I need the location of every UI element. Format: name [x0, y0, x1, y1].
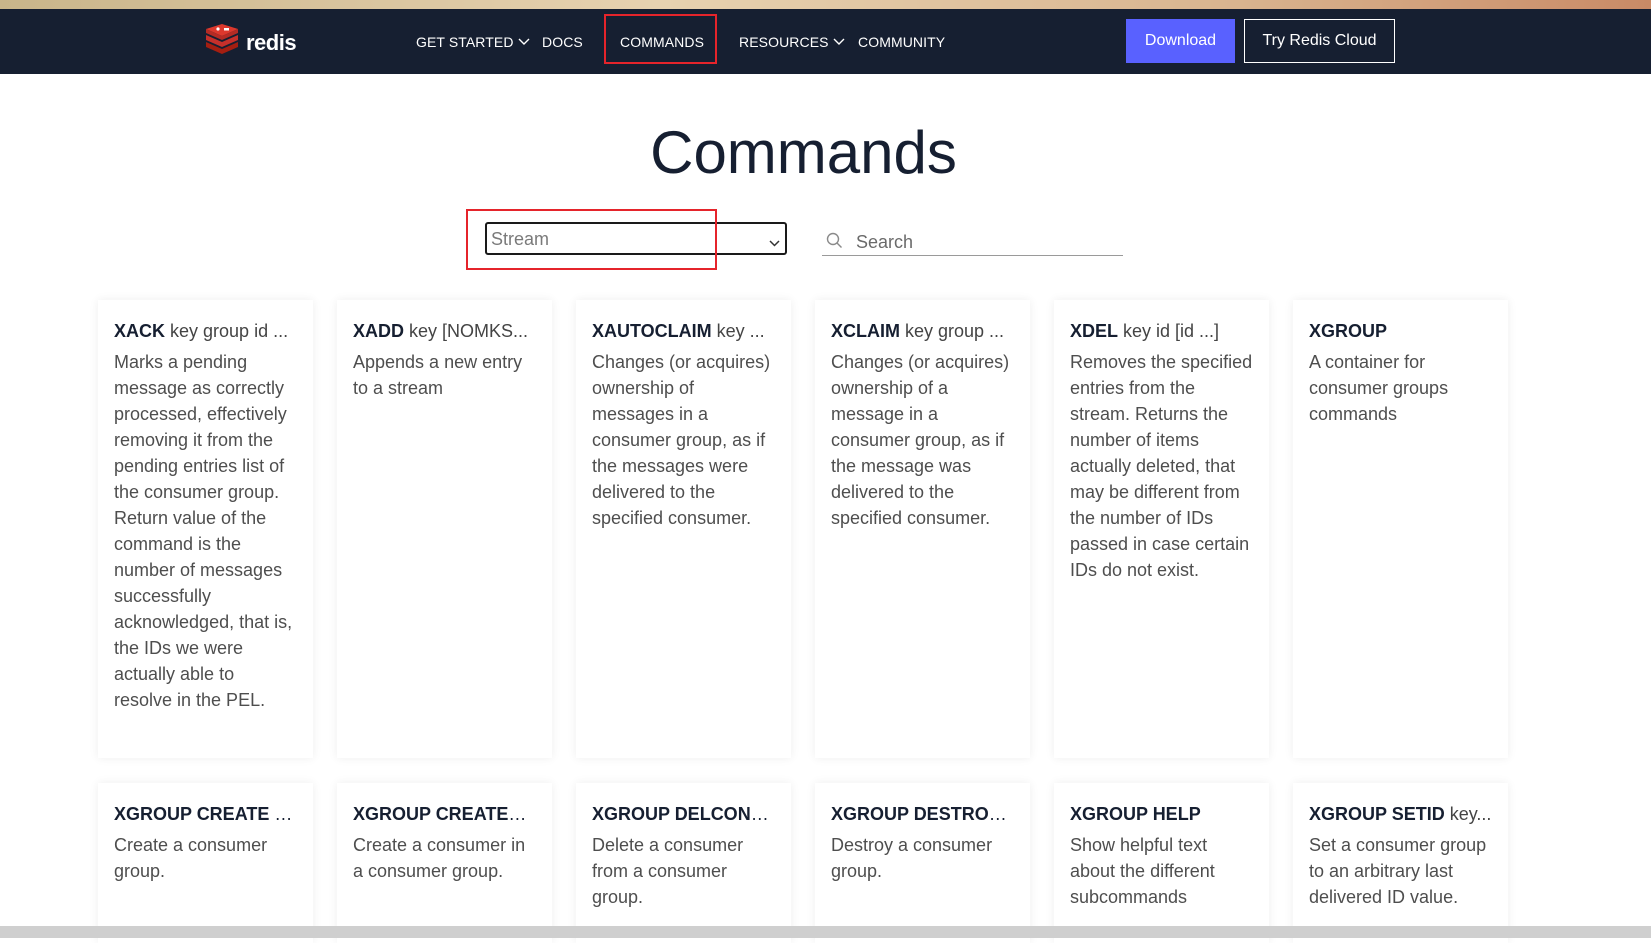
try-redis-cloud-button[interactable]: Try Redis Cloud [1244, 19, 1395, 63]
card-command-args: key id [id ...] [1118, 321, 1220, 341]
search-field [822, 227, 1123, 256]
nav-item-resources[interactable]: RESOURCES [739, 9, 845, 74]
card-description: Create a consumer group. [114, 835, 268, 881]
card-command-args: key group ... [900, 321, 1005, 341]
card-title: XGROUP CREATEC... [353, 803, 536, 825]
card-title: XGROUP DESTROY ... [831, 803, 1014, 825]
card-description: Changes (or acquires) ownership of a mes… [831, 352, 1010, 528]
card-title: XGROUP DELCONS... [592, 803, 775, 825]
card-description: Appends a new entry to a stream [353, 352, 523, 398]
card-title: XCLAIM key group ... [831, 320, 1014, 342]
card-command-name: XGROUP CREATEC... [353, 804, 536, 824]
nav-label: DOCS [542, 33, 583, 50]
card-title: XGROUP HELP [1070, 803, 1253, 825]
card-command-name: XDEL [1070, 321, 1119, 341]
browser-chrome-strip [0, 0, 1651, 9]
command-card-xgroup[interactable]: XGROUP A container for consumer groups c… [1293, 300, 1508, 758]
brand-name: redis [246, 29, 297, 55]
command-card-xgroup-help[interactable]: XGROUP HELP Show helpful text about the … [1054, 783, 1269, 943]
download-button[interactable]: Download [1126, 19, 1235, 63]
card-command-args: key... [1444, 804, 1492, 824]
horizontal-scrollbar[interactable] [0, 926, 1651, 938]
command-card-xdel[interactable]: XDEL key id [id ...] Removes the specifi… [1054, 300, 1269, 758]
card-title: XADD key [NOMKS... [353, 320, 536, 342]
command-card-xack[interactable]: XACK key group id ... Marks a pending me… [98, 300, 313, 758]
chevron-down-icon [518, 38, 530, 46]
card-command-name: XGROUP CREATE [114, 804, 270, 824]
card-title: XDEL key id [id ...] [1070, 320, 1253, 342]
command-card-xgroup-createconsumer[interactable]: XGROUP CREATEC... Create a consumer in a… [337, 783, 552, 943]
card-command-name: XACK [114, 321, 166, 341]
card-description: Changes (or acquires) ownership of messa… [592, 352, 771, 528]
card-description: Show helpful text about the different su… [1070, 835, 1215, 907]
card-command-args: key ... [711, 321, 765, 341]
card-description: A container for consumer groups commands [1309, 352, 1449, 424]
card-description: Marks a pending message as correctly pro… [114, 352, 293, 710]
command-card-xautoclaim[interactable]: XAUTOCLAIM key ... Changes (or acquires)… [576, 300, 791, 758]
card-command-args: key group id ... [165, 321, 289, 341]
nav-label: GET STARTED [416, 33, 514, 50]
card-command-name: XAUTOCLAIM [592, 321, 712, 341]
card-title: XGROUP CREATE k... [114, 803, 297, 825]
card-command-name: XGROUP DELCONS... [592, 804, 775, 824]
nav-item-get-started[interactable]: GET STARTED [416, 9, 530, 74]
card-command-name: XGROUP HELP [1070, 804, 1201, 824]
brand-logo[interactable]: redis [204, 24, 297, 61]
card-command-args: k... [269, 804, 297, 824]
search-input[interactable] [854, 229, 1118, 255]
commands-highlight-box [604, 14, 717, 64]
chevron-down-icon [833, 38, 845, 46]
card-command-name: XGROUP DESTROY [831, 804, 1001, 824]
nav-label: RESOURCES [739, 33, 829, 50]
card-title: XGROUP [1309, 320, 1492, 342]
card-command-name: XGROUP [1309, 321, 1388, 341]
select-highlight-box [466, 209, 717, 270]
card-command-args: key [NOMKS... [404, 321, 529, 341]
command-card-xgroup-destroy[interactable]: XGROUP DESTROY ... Destroy a consumer gr… [815, 783, 1030, 943]
card-description: Create a consumer in a consumer group. [353, 835, 526, 881]
search-icon [826, 232, 843, 254]
card-description: Set a consumer group to an arbitrary las… [1309, 835, 1487, 907]
command-card-xgroup-delconsumer[interactable]: XGROUP DELCONS... Delete a consumer from… [576, 783, 791, 943]
command-card-xgroup-create[interactable]: XGROUP CREATE k... Create a consumer gro… [98, 783, 313, 943]
card-command-name: XADD [353, 321, 405, 341]
chevron-down-icon [769, 234, 780, 252]
top-navigation: redis GET STARTED DOCS COMMANDS RESOURCE… [0, 9, 1651, 74]
card-description: Removes the specified entries from the s… [1070, 352, 1253, 580]
card-title: XGROUP SETID key... [1309, 803, 1492, 825]
card-command-name: XCLAIM [831, 321, 900, 341]
card-command-name: XGROUP SETID [1309, 804, 1445, 824]
nav-item-community[interactable]: COMMUNITY [858, 9, 945, 74]
redis-logo-icon [204, 24, 240, 61]
command-card-xclaim[interactable]: XCLAIM key group ... Changes (or acquire… [815, 300, 1030, 758]
command-card-xadd[interactable]: XADD key [NOMKS... Appends a new entry t… [337, 300, 552, 758]
card-description: Delete a consumer from a consumer group. [592, 835, 744, 907]
page-title: Commands [650, 119, 957, 186]
nav-label: COMMUNITY [858, 33, 946, 50]
card-description: Destroy a consumer group. [831, 835, 993, 881]
nav-item-docs[interactable]: DOCS [542, 9, 583, 74]
card-title: XAUTOCLAIM key ... [592, 320, 775, 342]
command-card-xgroup-setid[interactable]: XGROUP SETID key... Set a consumer group… [1293, 783, 1508, 943]
card-title: XACK key group id ... [114, 320, 297, 342]
